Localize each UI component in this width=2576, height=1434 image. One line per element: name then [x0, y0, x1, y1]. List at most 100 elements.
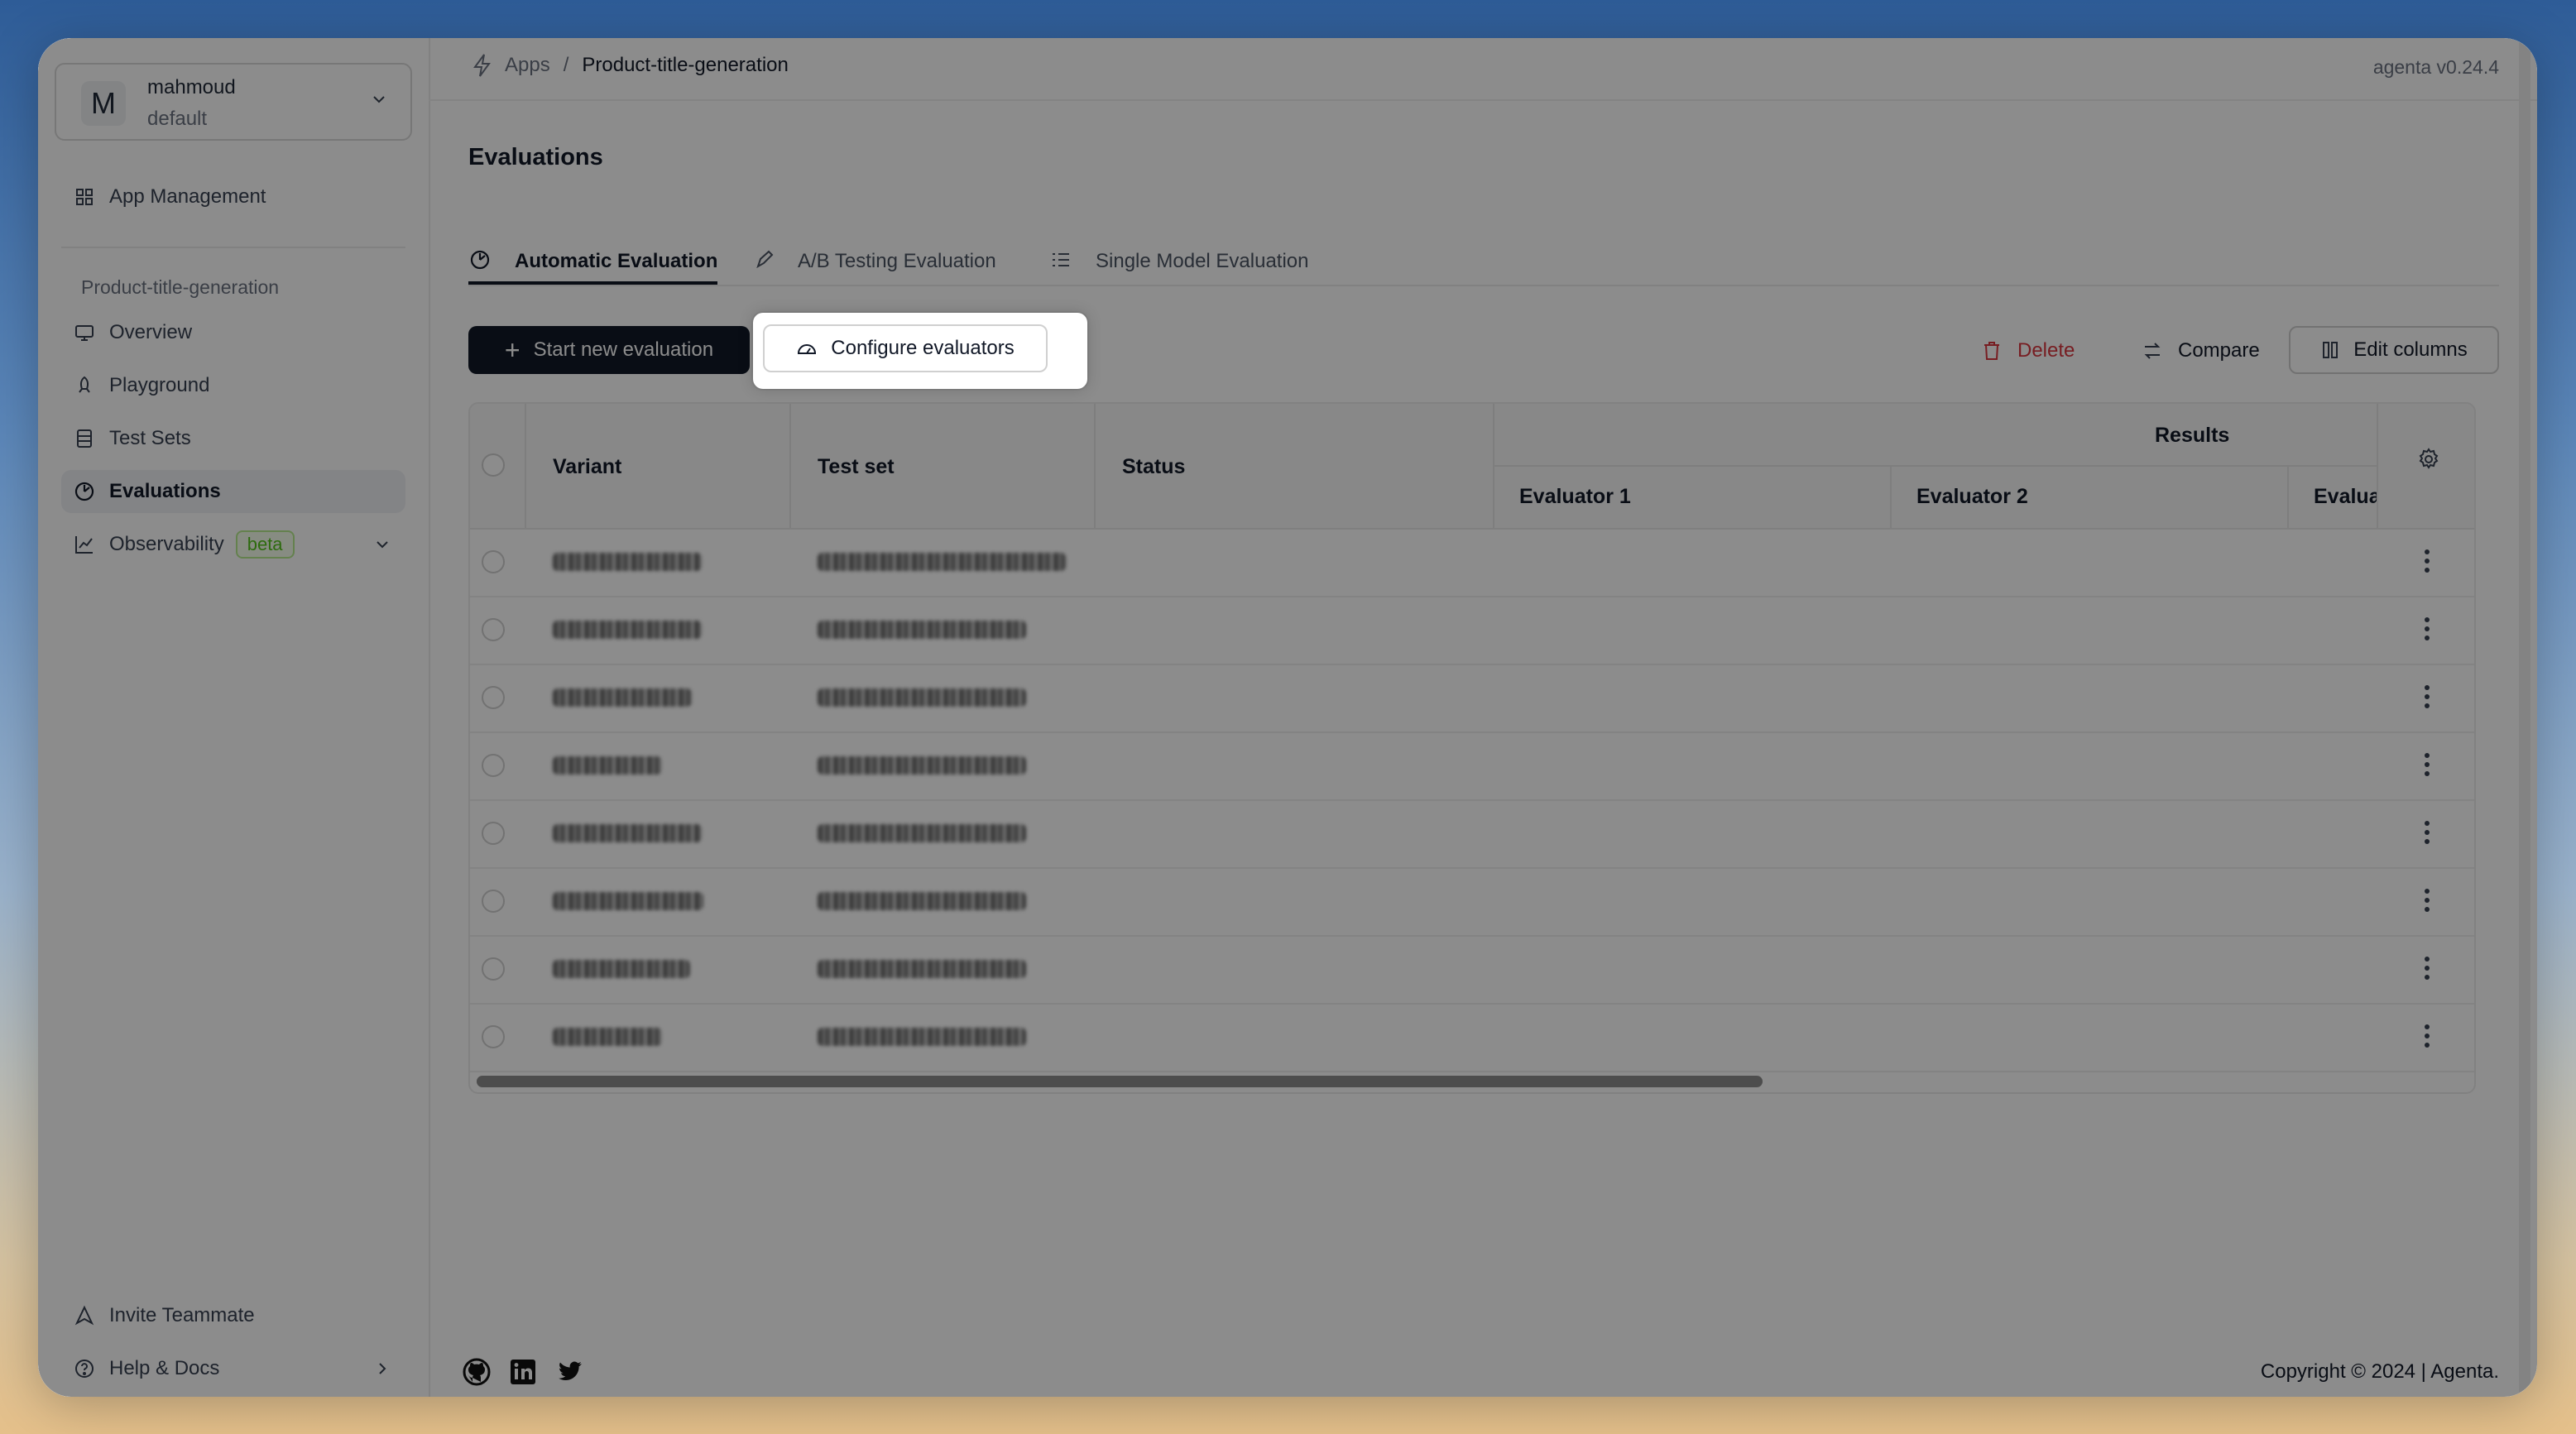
sidebar: M mahmoud default App Management Product…	[38, 38, 430, 1397]
workspace-selector[interactable]: M mahmoud default	[55, 63, 412, 141]
sidebar-item-evaluations[interactable]: Evaluations	[61, 470, 405, 513]
tab-ab-testing-evaluation[interactable]: A/B Testing Evaluation	[753, 237, 996, 285]
sidebar-item-observability[interactable]: Observability beta	[61, 523, 405, 566]
social-links	[462, 1357, 584, 1387]
table-row[interactable]	[470, 596, 2474, 665]
compare-button[interactable]: Compare	[2142, 339, 2260, 362]
columns-icon	[2323, 342, 2339, 358]
send-icon	[74, 1305, 94, 1326]
chevron-right-icon	[379, 1363, 386, 1374]
tab-label: Single Model Evaluation	[1096, 250, 1309, 272]
more-options-icon[interactable]	[2425, 685, 2430, 712]
trash-icon	[1984, 342, 1999, 360]
test-set-cell-redacted	[818, 892, 1026, 910]
more-options-icon[interactable]	[2425, 889, 2430, 916]
tab-single-model-evaluation[interactable]: Single Model Evaluation	[1049, 237, 1309, 285]
app-window: M mahmoud default App Management Product…	[38, 38, 2537, 1397]
column-header-evaluator-2[interactable]: Evaluator 2	[1916, 485, 2028, 509]
divider	[789, 404, 791, 528]
column-header-test-set[interactable]: Test set	[818, 455, 895, 479]
sidebar-item-label: Invite Teammate	[109, 1304, 255, 1326]
row-checkbox[interactable]	[482, 618, 505, 641]
horizontal-scrollbar[interactable]	[477, 1076, 1763, 1087]
breadcrumb-current: Product-title-generation	[582, 54, 789, 76]
tab-automatic-evaluation[interactable]: Automatic Evaluation	[468, 237, 718, 285]
edit-columns-button[interactable]: Edit columns	[2289, 326, 2499, 374]
gear-icon[interactable]	[2416, 447, 2441, 472]
row-checkbox[interactable]	[482, 550, 505, 573]
variant-cell-redacted	[553, 892, 703, 910]
more-options-icon[interactable]	[2425, 753, 2430, 780]
sidebar-item-help-docs[interactable]: Help & Docs	[61, 1347, 405, 1390]
test-set-cell-redacted	[818, 553, 1066, 571]
table-row[interactable]	[470, 799, 2474, 869]
row-checkbox[interactable]	[482, 1025, 505, 1048]
github-icon[interactable]	[462, 1357, 492, 1387]
table-row[interactable]	[470, 935, 2474, 1005]
twitter-icon[interactable]	[554, 1357, 584, 1387]
table-row[interactable]	[470, 867, 2474, 937]
column-header-results: Results	[2155, 424, 2230, 447]
column-header-evaluator-3[interactable]: Evaluat	[2314, 485, 2377, 509]
breadcrumb-apps[interactable]: Apps	[505, 54, 550, 77]
sidebar-item-playground[interactable]: Playground	[61, 364, 405, 407]
monitor-icon	[75, 325, 94, 341]
workspace-name: mahmoud	[147, 76, 236, 98]
more-options-icon[interactable]	[2425, 549, 2430, 577]
database-icon	[77, 429, 92, 448]
row-checkbox[interactable]	[482, 754, 505, 777]
variant-cell-redacted	[553, 1028, 662, 1046]
vertical-scrollbar[interactable]	[2519, 38, 2530, 1397]
column-header-variant[interactable]: Variant	[553, 455, 621, 479]
test-set-cell-redacted	[818, 621, 1026, 639]
table-row[interactable]	[470, 664, 2474, 733]
table-row[interactable]	[470, 731, 2474, 801]
swap-icon	[2144, 343, 2161, 359]
evaluation-icon	[470, 250, 490, 270]
workspace-sub: default	[147, 108, 208, 130]
avatar: M	[81, 81, 126, 126]
column-header-evaluator-1[interactable]: Evaluator 1	[1519, 485, 1631, 509]
divider	[1094, 404, 1096, 528]
more-options-icon[interactable]	[2425, 1024, 2430, 1052]
page-title: Evaluations	[468, 144, 603, 170]
divider	[2287, 465, 2289, 528]
test-set-cell-redacted	[818, 756, 1026, 775]
table-row[interactable]	[470, 528, 2474, 597]
chevron-down-icon[interactable]	[376, 538, 389, 551]
evaluation-tabs: Automatic Evaluation A/B Testing Evaluat…	[468, 237, 2499, 286]
button-label: Configure evaluators	[831, 337, 1015, 359]
evaluations-table: Variant Test set Status Results Evaluato…	[468, 402, 2476, 1094]
button-label: Delete	[2017, 339, 2075, 362]
table-row[interactable]	[470, 1003, 2474, 1072]
evaluation-icon	[74, 482, 94, 501]
row-checkbox[interactable]	[482, 686, 505, 709]
sidebar-item-test-sets[interactable]: Test Sets	[61, 417, 405, 460]
more-options-icon[interactable]	[2425, 957, 2430, 984]
configure-evaluators-button[interactable]: Configure evaluators	[763, 324, 1048, 372]
row-checkbox[interactable]	[482, 957, 505, 981]
row-checkbox[interactable]	[482, 890, 505, 913]
more-options-icon[interactable]	[2425, 617, 2430, 645]
test-set-cell-redacted	[818, 824, 1026, 842]
row-checkbox[interactable]	[482, 822, 505, 845]
breadcrumb: Apps / Product-title-generation	[472, 53, 789, 78]
delete-button[interactable]: Delete	[1981, 339, 2075, 362]
divider	[1493, 465, 2377, 467]
tab-label: A/B Testing Evaluation	[798, 250, 996, 272]
sidebar-item-app-management[interactable]: App Management	[61, 175, 405, 218]
chevron-down-icon	[373, 96, 385, 103]
linkedin-icon[interactable]	[508, 1357, 538, 1387]
gauge-icon	[798, 344, 817, 354]
copyright: Copyright © 2024 | Agenta.	[2260, 1360, 2499, 1383]
variant-cell-redacted	[553, 688, 692, 707]
more-options-icon[interactable]	[2425, 821, 2430, 848]
variant-cell-redacted	[553, 621, 702, 639]
sidebar-item-overview[interactable]: Overview	[61, 311, 405, 354]
start-new-evaluation-button[interactable]: + Start new evaluation	[468, 326, 750, 374]
sidebar-item-label: Observability	[109, 533, 224, 555]
select-all-checkbox[interactable]	[482, 453, 505, 477]
sidebar-item-invite-teammate[interactable]: Invite Teammate	[61, 1294, 405, 1337]
column-header-status[interactable]: Status	[1122, 455, 1185, 479]
divider	[525, 404, 526, 528]
